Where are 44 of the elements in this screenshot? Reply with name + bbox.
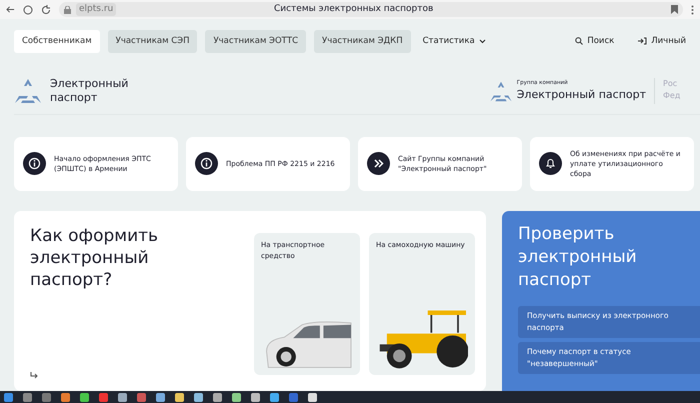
taskbar-app-icon[interactable] bbox=[194, 392, 203, 402]
taskbar-app-icon[interactable] bbox=[213, 392, 222, 402]
taskbar-app-icon[interactable] bbox=[118, 392, 127, 402]
page-title: Системы электронных паспортов bbox=[272, 2, 434, 16]
logo-text: Электронный паспорт bbox=[50, 76, 128, 106]
triangle-logo-icon bbox=[14, 78, 42, 104]
chevrons-icon bbox=[367, 152, 390, 176]
group-logo-text: Электронный паспорт bbox=[516, 87, 646, 104]
reload-icon[interactable] bbox=[41, 4, 51, 14]
nav-tab[interactable]: Участникам ЭДКП bbox=[314, 30, 411, 53]
info-icon bbox=[195, 152, 218, 176]
taskbar-app-icon[interactable] bbox=[308, 392, 317, 402]
url-text: elpts.ru bbox=[76, 2, 116, 16]
taskbar-app-icon[interactable] bbox=[175, 392, 184, 402]
menu-icon[interactable] bbox=[691, 4, 694, 14]
taskbar-app-icon[interactable] bbox=[156, 392, 165, 402]
address-bar[interactable]: elpts.ru Системы электронных паспортов bbox=[59, 2, 683, 17]
section-title: Проверить электронный паспорт bbox=[518, 222, 638, 292]
taskbar-app-icon[interactable] bbox=[61, 392, 70, 402]
lock-icon bbox=[64, 6, 71, 14]
taskbar-app-icon[interactable] bbox=[232, 392, 241, 402]
taskbar-app-icon[interactable] bbox=[4, 392, 13, 402]
search-icon bbox=[575, 37, 584, 46]
triangle-logo-icon bbox=[488, 80, 513, 102]
back-icon[interactable] bbox=[6, 5, 15, 14]
nav-tab[interactable]: Собственникам bbox=[14, 30, 100, 53]
cut-text: Рос bbox=[663, 78, 678, 90]
cut-text: Фед bbox=[663, 90, 682, 102]
arrow-icon[interactable] bbox=[30, 372, 38, 379]
bell-icon bbox=[539, 152, 562, 176]
nav-tab[interactable]: Участникам СЭП bbox=[108, 30, 198, 53]
circle-icon[interactable] bbox=[23, 4, 33, 14]
info-icon bbox=[23, 152, 46, 176]
account-button[interactable]: Личный bbox=[638, 35, 686, 48]
taskbar-app-icon[interactable] bbox=[251, 392, 260, 402]
bookmark-icon[interactable] bbox=[671, 5, 678, 14]
search-button[interactable]: Поиск bbox=[575, 35, 614, 48]
taskbar-app-icon[interactable] bbox=[80, 392, 89, 402]
caret-icon bbox=[478, 38, 486, 44]
taskbar-app-icon[interactable] bbox=[270, 392, 279, 402]
nav-tab[interactable]: Участникам ЭОТТС bbox=[205, 30, 306, 53]
login-icon bbox=[638, 37, 648, 46]
dropdown-button[interactable]: Статистика bbox=[422, 35, 486, 48]
section-title: Как оформить электронный паспорт? bbox=[30, 224, 160, 292]
